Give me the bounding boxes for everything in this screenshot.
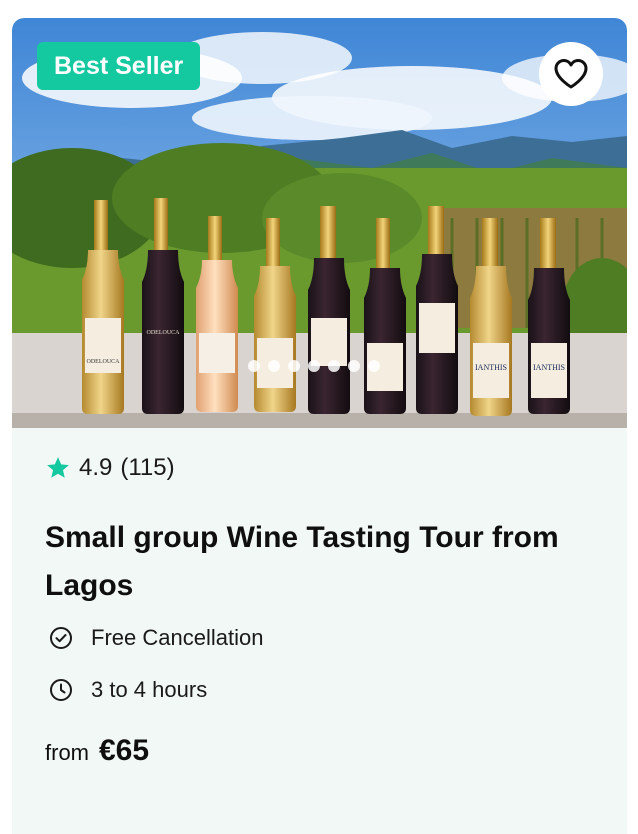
- carousel-dot[interactable]: [328, 360, 340, 372]
- svg-text:IANTHIS: IANTHIS: [533, 363, 565, 372]
- svg-text:IANTHIS: IANTHIS: [475, 363, 507, 372]
- carousel-dot[interactable]: [368, 360, 380, 372]
- carousel-dot[interactable]: [268, 360, 280, 372]
- tour-card[interactable]: ODELOUCA ODELOUCA IANTHIS IANTHIS Best S…: [12, 18, 627, 834]
- price: from €65: [45, 734, 149, 768]
- best-seller-badge: Best Seller: [37, 42, 201, 90]
- review-count: (115): [120, 454, 175, 481]
- price-amount: €65: [99, 734, 150, 767]
- feature-duration: 3 to 4 hours: [49, 677, 207, 703]
- favorite-button[interactable]: [539, 42, 603, 106]
- carousel-dot[interactable]: [248, 360, 260, 372]
- clock-icon: [50, 679, 72, 701]
- svg-text:ODELOUCA: ODELOUCA: [87, 359, 121, 365]
- rating: 4.9 (115): [45, 454, 175, 482]
- svg-text:ODELOUCA: ODELOUCA: [147, 330, 181, 336]
- star-icon: [47, 457, 69, 478]
- rating-score: 4.9: [79, 454, 113, 481]
- heart-icon: [554, 59, 588, 89]
- hero-image[interactable]: ODELOUCA ODELOUCA IANTHIS IANTHIS Best S…: [12, 18, 627, 428]
- carousel-dots: [248, 360, 380, 372]
- check-circle-icon: [50, 627, 72, 649]
- feature-label: 3 to 4 hours: [91, 677, 208, 702]
- feature-label: Free Cancellation: [91, 625, 264, 650]
- feature-free-cancellation: Free Cancellation: [49, 625, 263, 651]
- price-prefix: from: [45, 740, 89, 765]
- carousel-dot[interactable]: [308, 360, 320, 372]
- tour-title[interactable]: Small group Wine Tasting Tour from Lagos: [45, 514, 605, 610]
- carousel-dot[interactable]: [288, 360, 300, 372]
- carousel-dot[interactable]: [348, 360, 360, 372]
